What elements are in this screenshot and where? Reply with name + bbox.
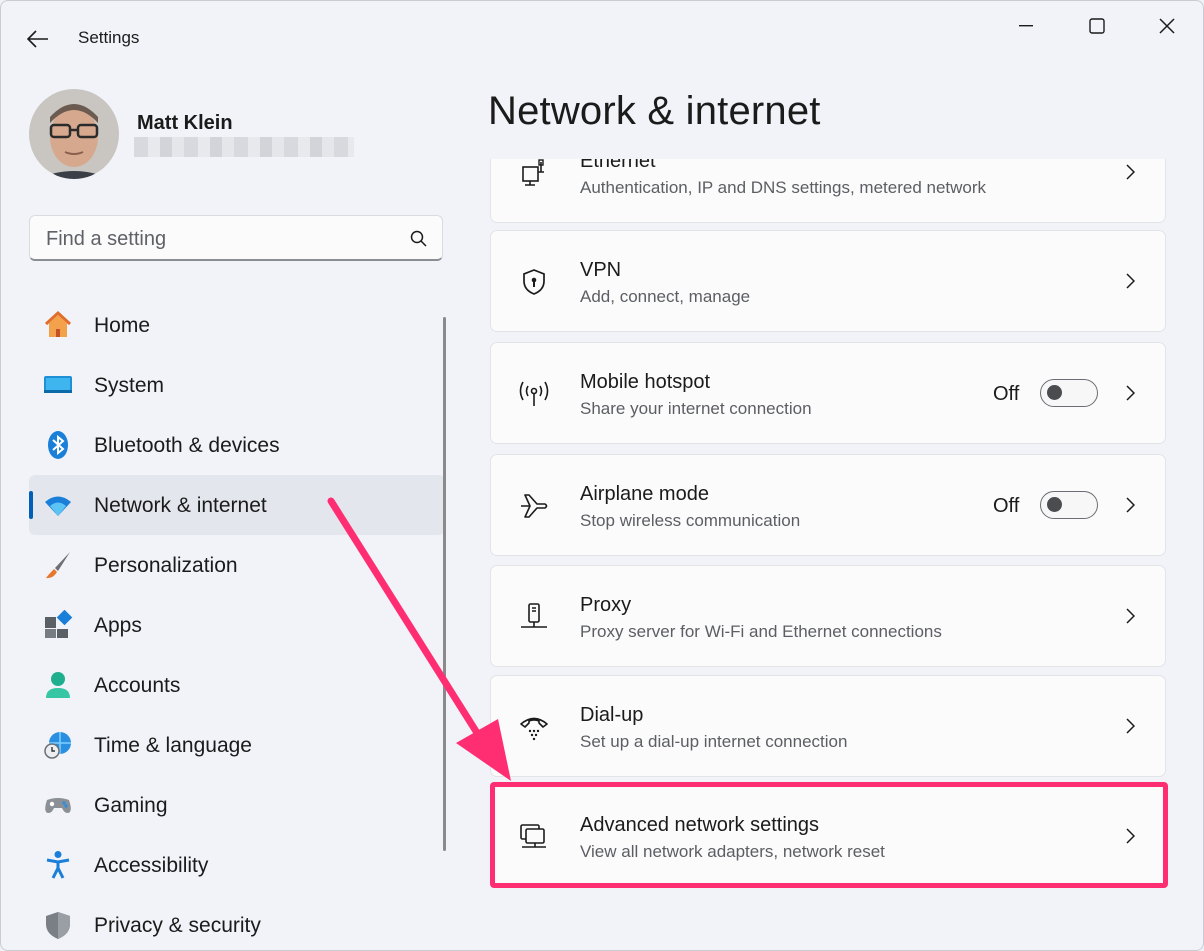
- system-icon: [43, 370, 73, 400]
- sidebar-item-system[interactable]: System: [29, 355, 445, 415]
- toggle-state-label: Off: [993, 383, 1020, 405]
- toggle-knob: [1047, 385, 1062, 400]
- sidebar-item-apps[interactable]: Apps: [29, 595, 445, 655]
- gamepad-icon: [43, 790, 73, 820]
- accessibility-icon: [43, 850, 73, 880]
- search-icon[interactable]: [410, 230, 428, 248]
- bluetooth-icon: [43, 430, 73, 460]
- chevron-right-icon: [1123, 269, 1137, 293]
- user-photo-icon: [29, 89, 119, 179]
- chevron-right-icon: [1123, 493, 1137, 517]
- search-box[interactable]: [29, 215, 443, 261]
- sidebar-item-gaming[interactable]: Gaming: [29, 775, 445, 835]
- card-title: Mobile hotspot: [580, 371, 711, 393]
- toggle-knob: [1047, 497, 1062, 512]
- card-vpn[interactable]: VPN Add, connect, manage: [490, 230, 1166, 332]
- chevron-right-icon: [1123, 160, 1137, 184]
- card-title: Advanced network settings: [580, 814, 820, 836]
- sidebar-item-label: Bluetooth & devices: [94, 434, 280, 457]
- dialup-phone-icon: [517, 712, 551, 742]
- card-title: Proxy: [580, 594, 632, 616]
- minimize-button[interactable]: [996, 9, 1056, 43]
- sidebar-item-accessibility[interactable]: Accessibility: [29, 835, 445, 895]
- card-title: Ethernet: [580, 159, 656, 172]
- sidebar-item-bluetooth[interactable]: Bluetooth & devices: [29, 415, 445, 475]
- wifi-icon: [43, 490, 73, 520]
- card-description: Stop wireless communication: [580, 511, 801, 530]
- sidebar-item-label: Home: [94, 314, 151, 337]
- card-title: VPN: [580, 259, 622, 281]
- avatar[interactable]: [29, 89, 119, 179]
- user-name: Matt Klein: [137, 112, 233, 134]
- ethernet-icon: [517, 159, 551, 188]
- sidebar-scrollbar[interactable]: [443, 317, 446, 851]
- card-description: Authentication, IP and DNS settings, met…: [580, 178, 987, 197]
- card-dial-up[interactable]: Dial-up Set up a dial-up internet connec…: [490, 675, 1166, 777]
- card-title: Dial-up: [580, 704, 644, 726]
- sidebar-item-home[interactable]: Home: [29, 295, 445, 355]
- sidebar-item-label: Gaming: [94, 794, 168, 817]
- back-arrow-icon: [27, 30, 48, 48]
- card-advanced-network-settings[interactable]: Advanced network settings View all netwo…: [490, 785, 1166, 887]
- user-email-redacted: [134, 137, 354, 157]
- maximize-icon: [1089, 18, 1105, 34]
- apps-icon: [43, 610, 73, 640]
- close-button[interactable]: [1137, 9, 1197, 43]
- search-input[interactable]: [44, 224, 388, 254]
- hotspot-icon: [517, 379, 551, 409]
- sidebar-item-label: Accounts: [94, 674, 181, 697]
- airplane-icon: [517, 491, 551, 521]
- card-title: Airplane mode: [580, 483, 709, 505]
- advanced-network-icon: [517, 822, 551, 852]
- card-description: Set up a dial-up internet connection: [580, 732, 848, 751]
- shield-icon: [43, 910, 73, 940]
- vpn-shield-icon: [517, 267, 551, 297]
- sidebar-item-time-language[interactable]: Time & language: [29, 715, 445, 775]
- sidebar-item-label: Time & language: [94, 734, 252, 757]
- airplane-mode-toggle[interactable]: [1040, 491, 1098, 519]
- sidebar-item-label: Network & internet: [94, 494, 267, 517]
- accounts-icon: [43, 670, 73, 700]
- home-icon: [43, 310, 73, 340]
- proxy-icon: [517, 602, 551, 632]
- card-airplane-mode[interactable]: Airplane mode Stop wireless communicatio…: [490, 454, 1166, 556]
- card-description: Proxy server for Wi-Fi and Ethernet conn…: [580, 622, 942, 641]
- settings-list: Ethernet Authentication, IP and DNS sett…: [489, 159, 1167, 950]
- toggle-state-label: Off: [993, 495, 1020, 517]
- sidebar-item-label: Privacy & security: [94, 914, 261, 937]
- close-icon: [1159, 18, 1175, 34]
- minimize-icon: [1019, 25, 1033, 27]
- page-title: Network & internet: [488, 89, 821, 133]
- card-proxy[interactable]: Proxy Proxy server for Wi-Fi and Etherne…: [490, 565, 1166, 667]
- card-ethernet[interactable]: Ethernet Authentication, IP and DNS sett…: [490, 159, 1166, 223]
- chevron-right-icon: [1123, 824, 1137, 848]
- chevron-right-icon: [1123, 714, 1137, 738]
- app-title: Settings: [78, 28, 140, 47]
- mobile-hotspot-toggle[interactable]: [1040, 379, 1098, 407]
- card-description: Add, connect, manage: [580, 287, 751, 306]
- settings-window: Settings Matt Klein Find a setting Home …: [0, 0, 1204, 951]
- sidebar-item-label: Accessibility: [94, 854, 209, 877]
- sidebar-item-personalization[interactable]: Personalization: [29, 535, 445, 595]
- card-description: Share your internet connection: [580, 399, 812, 418]
- globe-clock-icon: [43, 730, 73, 760]
- sidebar-nav: Home System Bluetooth & devices Network …: [29, 295, 445, 950]
- chevron-right-icon: [1123, 604, 1137, 628]
- back-button[interactable]: [23, 25, 53, 53]
- sidebar-item-privacy[interactable]: Privacy & security: [29, 895, 445, 950]
- sidebar-item-label: System: [94, 374, 165, 397]
- sidebar-item-network[interactable]: Network & internet: [29, 475, 445, 535]
- sidebar-item-accounts[interactable]: Accounts: [29, 655, 445, 715]
- sidebar-item-label: Apps: [94, 614, 142, 637]
- card-description: View all network adapters, network reset: [580, 842, 885, 861]
- card-mobile-hotspot[interactable]: Mobile hotspot Share your internet conne…: [490, 342, 1166, 444]
- chevron-right-icon: [1123, 381, 1137, 405]
- sidebar-item-label: Personalization: [94, 554, 238, 577]
- brush-icon: [43, 550, 73, 580]
- maximize-button[interactable]: [1067, 9, 1127, 43]
